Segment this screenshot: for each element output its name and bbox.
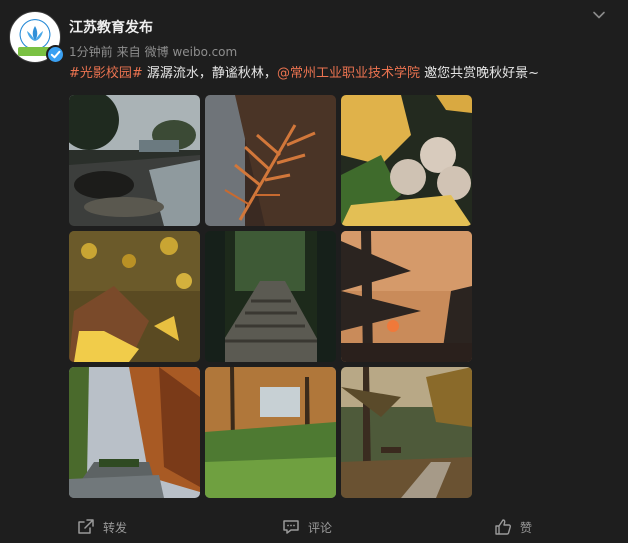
thumbs-up-icon — [495, 519, 511, 535]
photo-9[interactable] — [341, 367, 472, 498]
comment-label: 评论 — [308, 520, 333, 535]
post-source[interactable]: 微博 weibo.com — [145, 45, 238, 59]
user-name[interactable]: 江苏教育发布 — [69, 17, 153, 37]
share-icon — [78, 519, 94, 534]
repost-button[interactable]: 转发 — [77, 517, 127, 537]
photo-7[interactable] — [69, 367, 200, 498]
photo-6[interactable] — [341, 231, 472, 362]
photo-4[interactable] — [69, 231, 200, 362]
repost-label: 转发 — [103, 520, 128, 535]
post-text-part-2: 邀您共赏晚秋好景~ — [419, 66, 539, 81]
comment-icon — [283, 520, 299, 534]
like-button[interactable]: 赞 — [494, 517, 532, 537]
post-text-part-1: 潺潺流水，静谧秋林， — [142, 66, 277, 81]
photo-2[interactable] — [205, 95, 336, 226]
photo-8[interactable] — [205, 367, 336, 498]
mention-link[interactable]: @常州工业职业技术学院 — [277, 66, 420, 81]
photo-1[interactable] — [69, 95, 200, 226]
photo-3[interactable] — [341, 95, 472, 226]
chevron-down-icon[interactable] — [592, 8, 606, 22]
source-prefix: 来自 — [116, 45, 141, 59]
hashtag-link[interactable]: #光影校园# — [69, 66, 143, 81]
photo-5[interactable] — [205, 231, 336, 362]
like-label: 赞 — [520, 520, 533, 535]
post-text: #光影校园# 潺潺流水，静谧秋林，@常州工业职业技术学院 邀您共赏晚秋好景~ — [69, 64, 609, 84]
lotus-emblem-icon — [27, 26, 43, 41]
comment-button[interactable]: 评论 — [282, 517, 332, 537]
post-meta: 1分钟前 来自 微博 weibo.com — [69, 43, 241, 60]
post-time[interactable]: 1分钟前 — [69, 45, 113, 59]
weibo-post-card: 江苏教育发布 1分钟前 来自 微博 weibo.com #光影校园# 潺潺流水，静谧… — [0, 0, 628, 543]
verified-badge-icon — [46, 45, 65, 64]
